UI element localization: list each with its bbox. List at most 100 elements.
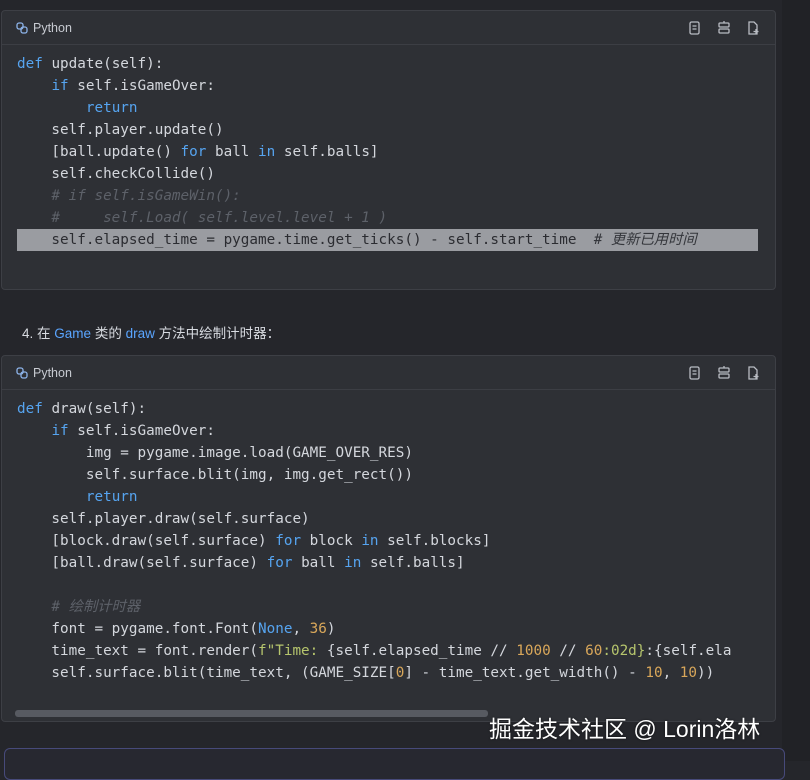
copy-icon[interactable] bbox=[687, 365, 703, 381]
watermark: 掘金技术社区 @ Lorin洛林 bbox=[489, 716, 761, 742]
code-line: # 绘制计时器 bbox=[17, 596, 775, 618]
code-token: [block.draw(self.surface) bbox=[17, 533, 276, 549]
code-token: 10 bbox=[645, 665, 663, 681]
code-token: # 更新已用时间 bbox=[593, 232, 697, 248]
code-token: self.balls] bbox=[369, 555, 465, 571]
code-token: 60 bbox=[585, 643, 603, 659]
code-token: 1000 bbox=[516, 643, 551, 659]
code-line: self.surface.blit(img, img.get_rect()) bbox=[17, 464, 775, 486]
code-token: time_text = font.render( bbox=[17, 643, 259, 659]
step-prefix: 在 bbox=[37, 326, 51, 341]
code-token: [ball.update() bbox=[17, 144, 181, 160]
code-block-update: Python def update(self): if self.isGameO… bbox=[1, 10, 776, 290]
code-toolbar bbox=[687, 20, 761, 36]
class-reference: Game bbox=[54, 326, 92, 341]
code-line: return bbox=[17, 486, 775, 508]
code-line: font = pygame.font.Font(None, 36) bbox=[17, 618, 775, 640]
right-gutter bbox=[782, 0, 810, 761]
code-token: 36 bbox=[309, 621, 327, 637]
language-name: Python bbox=[33, 365, 72, 380]
code-token: self.blocks] bbox=[387, 533, 491, 549]
code-token: self.balls] bbox=[283, 144, 379, 160]
code-token: font = pygame.font.Font( bbox=[17, 621, 259, 637]
code-token: for bbox=[180, 144, 215, 160]
code-token: ] - time_text.get_width() - bbox=[404, 665, 646, 681]
horizontal-scrollbar[interactable] bbox=[15, 710, 488, 717]
code-line: img = pygame.image.load(GAME_OVER_RES) bbox=[17, 442, 775, 464]
new-file-icon[interactable] bbox=[745, 20, 761, 36]
next-content-card bbox=[4, 748, 785, 780]
code-token: , bbox=[662, 665, 680, 681]
code-line: if self.isGameOver: bbox=[17, 75, 775, 97]
code-token: None bbox=[258, 621, 293, 637]
step-mid: 类的 bbox=[94, 326, 122, 341]
code-token: :{self.ela bbox=[645, 643, 732, 659]
code-line: [ball.draw(self.surface) for ball in sel… bbox=[17, 552, 775, 574]
code-token: 10 bbox=[679, 665, 698, 681]
code-block-header: Python bbox=[2, 11, 775, 45]
code-line: return bbox=[17, 97, 775, 119]
code-token: # 绘制计时器 bbox=[17, 599, 141, 615]
code-token: for bbox=[275, 533, 310, 549]
copy-icon[interactable] bbox=[687, 20, 703, 36]
step-number: 4. bbox=[22, 326, 34, 341]
code-token: self.player.update() bbox=[17, 122, 224, 138]
insert-icon[interactable] bbox=[716, 365, 732, 381]
code-token: ball bbox=[214, 144, 259, 160]
code-token: img = pygame.image.load(GAME_OVER_RES) bbox=[17, 445, 413, 461]
code-token: [ball.draw(self.surface) bbox=[17, 555, 267, 571]
code-token: f"Time: bbox=[258, 643, 327, 659]
code-block-header: Python bbox=[2, 356, 775, 390]
code-token: {self.elapsed_time // bbox=[326, 643, 517, 659]
code-token: def bbox=[17, 56, 52, 72]
code-line: [block.draw(self.surface) for block in s… bbox=[17, 530, 775, 552]
code-content: def update(self): if self.isGameOver: re… bbox=[2, 45, 775, 251]
code-line: self.checkCollide() bbox=[17, 163, 775, 185]
code-token: draw(self): bbox=[51, 401, 147, 417]
code-content: def draw(self): if self.isGameOver: img … bbox=[2, 390, 775, 684]
code-token: in bbox=[258, 144, 284, 160]
code-token: self.surface.blit(time_text, (GAME_SIZE[ bbox=[17, 665, 396, 681]
code-token: ball bbox=[301, 555, 345, 571]
python-icon bbox=[16, 21, 28, 34]
code-token: , bbox=[292, 621, 310, 637]
new-file-icon[interactable] bbox=[745, 365, 761, 381]
code-token: if bbox=[51, 78, 78, 94]
code-token: return bbox=[85, 489, 138, 505]
code-line: # if self.isGameWin(): bbox=[17, 185, 775, 207]
code-line: time_text = font.render(f"Time: {self.el… bbox=[17, 640, 775, 662]
code-token: block bbox=[309, 533, 362, 549]
code-line: self.surface.blit(time_text, (GAME_SIZE[… bbox=[17, 662, 775, 684]
method-reference: draw bbox=[125, 326, 155, 341]
code-token: def bbox=[17, 401, 52, 417]
code-token: )) bbox=[697, 665, 715, 681]
code-token: ) bbox=[326, 621, 336, 637]
code-token: update(self): bbox=[51, 56, 164, 72]
code-token: self.isGameOver: bbox=[77, 423, 215, 439]
code-line: def update(self): bbox=[17, 53, 775, 75]
code-token: self.player.draw(self.surface) bbox=[17, 511, 310, 527]
language-label: Python bbox=[16, 21, 72, 35]
code-token: in bbox=[344, 555, 370, 571]
code-token: if bbox=[51, 423, 78, 439]
code-token: for bbox=[266, 555, 302, 571]
step-suffix: 方法中绘制计时器： bbox=[158, 326, 281, 341]
code-token: self.isGameOver: bbox=[77, 78, 215, 94]
language-label: Python bbox=[16, 366, 72, 380]
code-toolbar bbox=[687, 365, 761, 381]
insert-icon[interactable] bbox=[716, 20, 732, 36]
code-line: self.elapsed_time = pygame.time.get_tick… bbox=[17, 229, 758, 251]
code-line: self.player.update() bbox=[17, 119, 775, 141]
code-token: self.elapsed_time = pygame.time.get_tick… bbox=[17, 232, 594, 248]
code-token: self.checkCollide() bbox=[17, 166, 215, 182]
code-block-draw: Python def draw(self): if self.isGameOve… bbox=[1, 355, 776, 722]
code-token: return bbox=[85, 100, 138, 116]
step-instruction: 4. 在 Game 类的 draw 方法中绘制计时器： bbox=[22, 322, 280, 342]
code-line: self.player.draw(self.surface) bbox=[17, 508, 775, 530]
code-token: in bbox=[361, 533, 388, 549]
